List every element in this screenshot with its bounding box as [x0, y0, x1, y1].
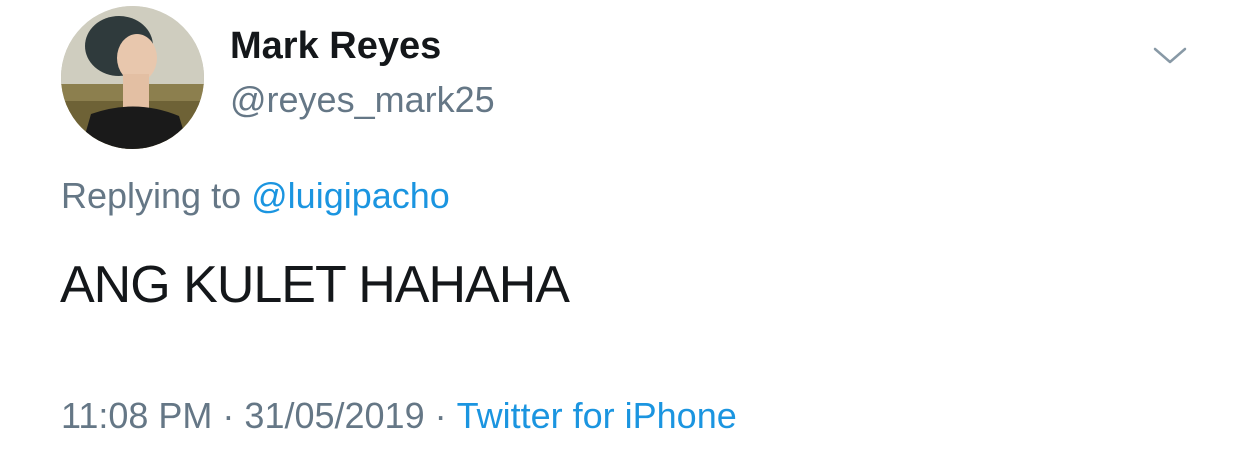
avatar-image	[61, 6, 204, 149]
avatar[interactable]	[61, 6, 204, 149]
tweet-time[interactable]: 11:08 PM	[61, 395, 212, 436]
tweet-date[interactable]: 31/05/2019	[244, 395, 424, 436]
author-handle[interactable]: @reyes_mark25	[230, 76, 495, 124]
tweet-source-link[interactable]: Twitter for iPhone	[457, 395, 737, 436]
reply-mention-link[interactable]: @luigipacho	[251, 175, 450, 216]
replying-to-label: Replying to	[61, 175, 242, 216]
tweet-metadata: 11:08 PM · 31/05/2019 · Twitter for iPhone	[61, 392, 737, 440]
meta-separator: ·	[434, 395, 447, 436]
meta-separator: ·	[222, 395, 235, 436]
chevron-down-icon[interactable]	[1152, 40, 1188, 70]
tweet-text: ANG KULET HAHAHA	[60, 256, 570, 314]
replying-to-line: Replying to @luigipacho	[61, 172, 450, 220]
author-display-name[interactable]: Mark Reyes	[230, 22, 441, 70]
